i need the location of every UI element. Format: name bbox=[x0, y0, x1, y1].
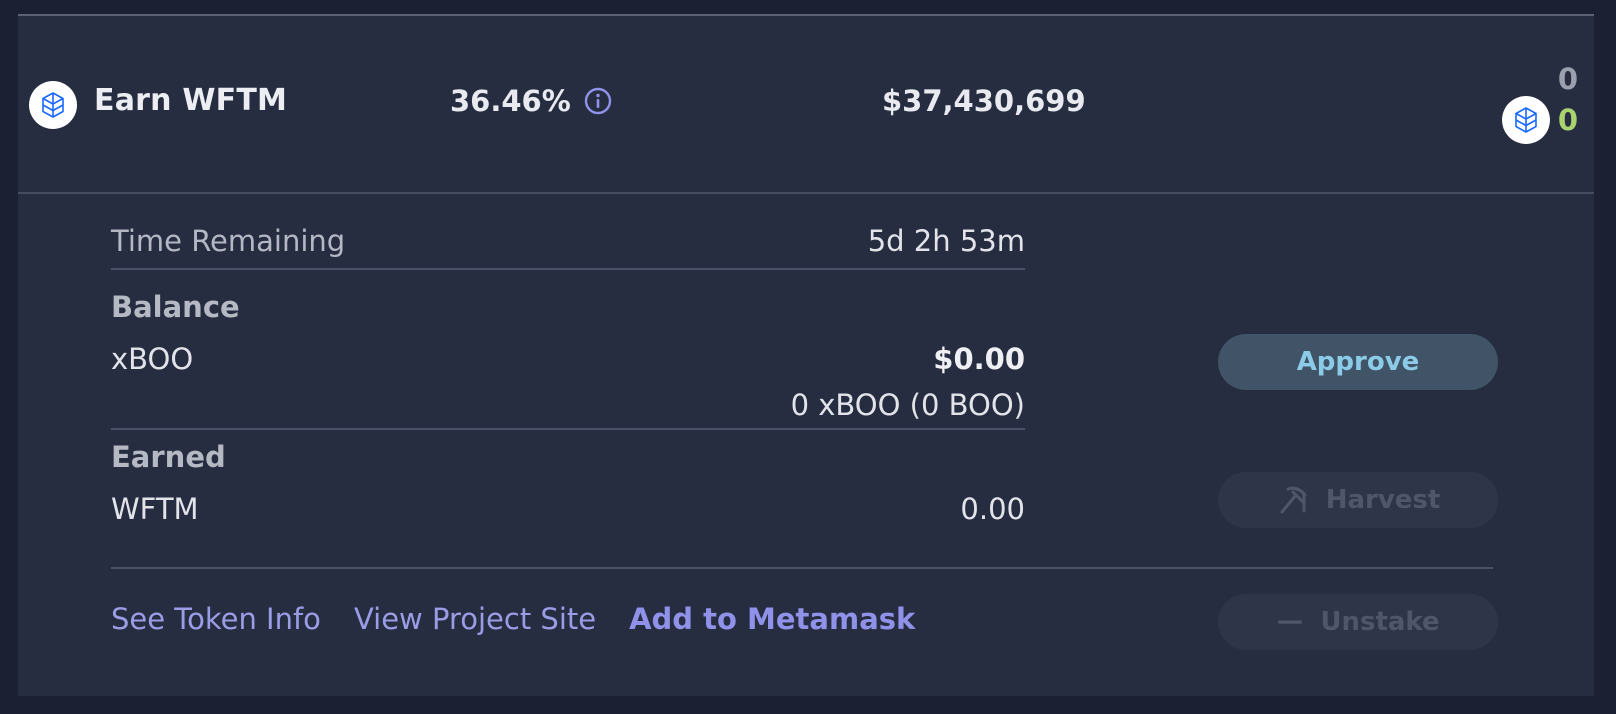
approve-button[interactable]: Approve bbox=[1218, 334, 1498, 390]
harvest-button[interactable]: Harvest bbox=[1218, 472, 1498, 528]
unstake-button[interactable]: Unstake bbox=[1218, 594, 1498, 650]
time-remaining-label: Time Remaining bbox=[111, 224, 346, 258]
pool-card: Earn WFTM 36.46% $37,430,699 0 0 Time Re… bbox=[18, 14, 1594, 696]
pool-header[interactable]: Earn WFTM 36.46% $37,430,699 0 0 bbox=[18, 16, 1594, 194]
balance-heading: Balance bbox=[111, 290, 240, 324]
balance-token: xBOO bbox=[111, 342, 194, 376]
fantom-token-icon bbox=[29, 81, 77, 129]
tvl-value: $37,430,699 bbox=[882, 84, 1086, 118]
earned-summary: 0 bbox=[1501, 96, 1578, 144]
fantom-token-icon bbox=[1501, 96, 1550, 144]
divider bbox=[111, 567, 1493, 569]
balance-amount-row: 0 xBOO (0 BOO) bbox=[111, 388, 1025, 422]
balance-amount: 0 xBOO (0 BOO) bbox=[790, 388, 1025, 422]
balance-row: xBOO $0.00 bbox=[111, 342, 1025, 376]
harvest-label: Harvest bbox=[1325, 485, 1441, 515]
view-project-site-link[interactable]: View Project Site bbox=[354, 602, 596, 636]
earned-row: WFTM 0.00 bbox=[111, 492, 1025, 526]
earned-heading: Earned bbox=[111, 440, 226, 474]
pool-title: Earn WFTM bbox=[94, 83, 288, 118]
divider bbox=[111, 268, 1025, 270]
add-to-metamask-link[interactable]: Add to Metamask bbox=[629, 602, 915, 636]
staked-amount: 0 bbox=[1557, 62, 1578, 96]
balance-usd: $0.00 bbox=[933, 342, 1025, 376]
time-remaining-row: Time Remaining 5d 2h 53m bbox=[111, 216, 1025, 266]
info-icon[interactable] bbox=[583, 86, 613, 116]
earned-amount: 0.00 bbox=[960, 492, 1025, 526]
pool-details: Time Remaining 5d 2h 53m Balance xBOO $0… bbox=[111, 216, 1025, 526]
earned-token: WFTM bbox=[111, 492, 199, 526]
earned-amount-summary: 0 bbox=[1557, 103, 1578, 137]
apr-value: 36.46% bbox=[450, 84, 571, 118]
see-token-info-link[interactable]: See Token Info bbox=[111, 602, 321, 636]
unstake-label: Unstake bbox=[1320, 607, 1440, 637]
pool-links: See Token Info View Project Site Add to … bbox=[111, 602, 915, 636]
minus-icon bbox=[1276, 608, 1304, 636]
time-remaining-value: 5d 2h 53m bbox=[867, 224, 1025, 258]
apr-group: 36.46% bbox=[450, 84, 613, 118]
divider bbox=[111, 428, 1025, 430]
approve-label: Approve bbox=[1296, 347, 1420, 377]
pickaxe-icon bbox=[1276, 483, 1310, 517]
